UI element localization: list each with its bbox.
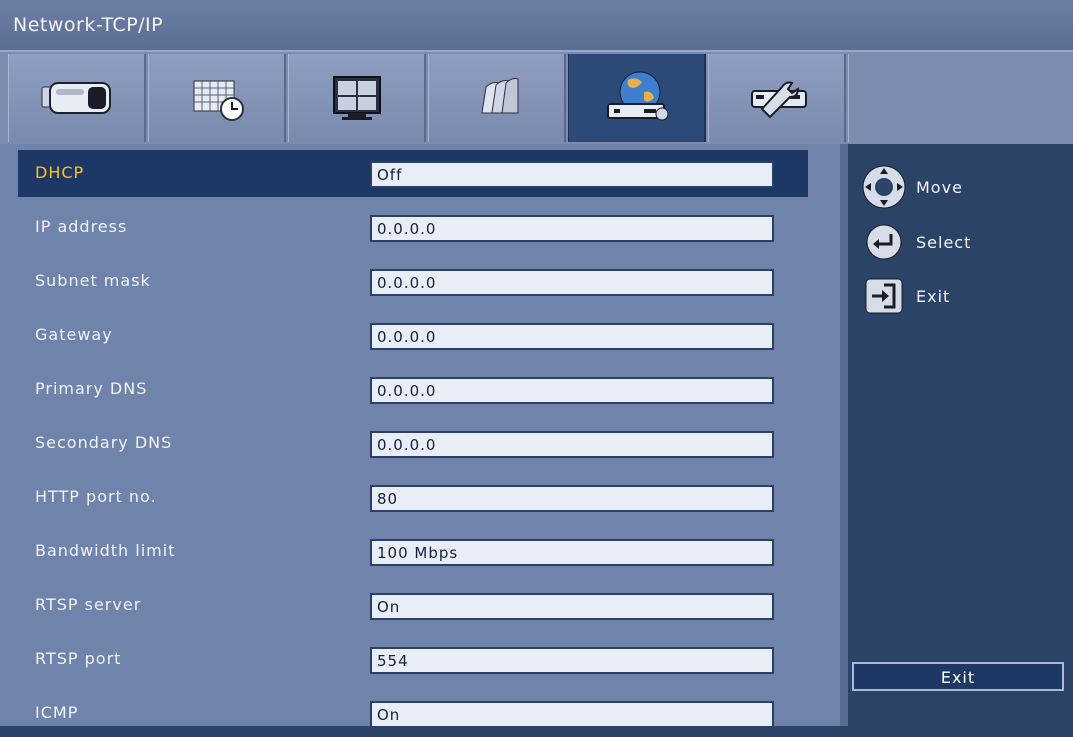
setting-value-field[interactable]: Off: [370, 161, 774, 188]
window-title: Network-TCP/IP: [0, 0, 1073, 50]
tools-icon: [750, 81, 807, 119]
setting-label: ICMP: [35, 703, 79, 722]
camera-icon: [41, 82, 111, 114]
enter-icon: [866, 224, 902, 260]
directional-pad-icon: [862, 165, 906, 209]
setting-value-field[interactable]: 0.0.0.0: [370, 377, 774, 404]
hint-move-text: Move: [916, 177, 963, 197]
tab-monitor[interactable]: [288, 54, 426, 142]
setting-row-bandwidth-limit[interactable]: Bandwidth limit 100 Mbps: [18, 528, 808, 575]
settings-panel: DHCP Off IP address 0.0.0.0 Subnet mask …: [0, 144, 840, 728]
schedule-icon: [193, 80, 244, 121]
tab-camera[interactable]: [8, 54, 146, 142]
setting-row-http-port[interactable]: HTTP port no. 80: [18, 474, 808, 521]
setting-row-icmp[interactable]: ICMP On: [18, 690, 808, 737]
setting-row-rtsp-server[interactable]: RTSP server On: [18, 582, 808, 629]
setting-row-gateway[interactable]: Gateway 0.0.0.0: [18, 312, 808, 359]
setting-value-field[interactable]: 0.0.0.0: [370, 215, 774, 242]
setting-label: DHCP: [35, 163, 85, 182]
setting-row-ip-address[interactable]: IP address 0.0.0.0: [18, 204, 808, 251]
setting-row-subnet-mask[interactable]: Subnet mask 0.0.0.0: [18, 258, 808, 305]
setting-label: Primary DNS: [35, 379, 148, 398]
setting-label: HTTP port no.: [35, 487, 157, 506]
setting-label: Bandwidth limit: [35, 541, 176, 560]
setting-row-secondary-dns[interactable]: Secondary DNS 0.0.0.0: [18, 420, 808, 467]
tab-storage[interactable]: [428, 54, 566, 142]
setting-value-field[interactable]: 80: [370, 485, 774, 512]
setting-label: RTSP port: [35, 649, 122, 668]
hint-panel: Move Select Exit: [840, 144, 1073, 726]
tab-bar: [0, 50, 1073, 146]
tab-bar-empty: [848, 54, 1073, 142]
setting-label: Secondary DNS: [35, 433, 173, 452]
setting-row-rtsp-port[interactable]: RTSP port 554: [18, 636, 808, 683]
hint-move: Move: [860, 164, 963, 210]
setting-row-primary-dns[interactable]: Primary DNS 0.0.0.0: [18, 366, 808, 413]
setting-value-field[interactable]: 0.0.0.0: [370, 323, 774, 350]
network-icon: [606, 71, 668, 121]
tab-tools[interactable]: [708, 54, 846, 142]
storage-icon: [480, 78, 518, 114]
hint-select: Select: [860, 222, 971, 262]
setting-value-field[interactable]: 554: [370, 647, 774, 674]
setting-label: Subnet mask: [35, 271, 151, 290]
setting-value-field[interactable]: 0.0.0.0: [370, 431, 774, 458]
setting-value-field[interactable]: 100 Mbps: [370, 539, 774, 566]
exit-button[interactable]: Exit: [852, 662, 1064, 691]
hint-exit: Exit: [860, 276, 950, 316]
hint-exit-text: Exit: [916, 286, 951, 306]
setting-value-field[interactable]: On: [370, 701, 774, 728]
setting-row-dhcp[interactable]: DHCP Off: [18, 150, 808, 197]
setting-value-field[interactable]: 0.0.0.0: [370, 269, 774, 296]
tab-schedule[interactable]: [148, 54, 286, 142]
setting-label: IP address: [35, 217, 128, 236]
setting-value-field[interactable]: On: [370, 593, 774, 620]
tab-network[interactable]: [568, 54, 706, 142]
exit-door-icon: [865, 278, 903, 314]
setting-label: RTSP server: [35, 595, 142, 614]
setting-label: Gateway: [35, 325, 113, 344]
monitor-icon: [332, 76, 381, 120]
hint-select-text: Select: [916, 232, 972, 252]
